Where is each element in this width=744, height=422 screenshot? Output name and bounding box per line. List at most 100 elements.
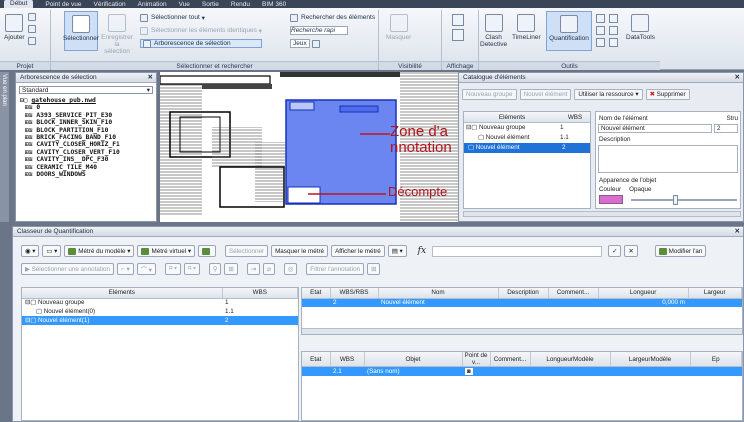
measure-tool-button[interactable]: ⇥ (246, 263, 260, 275)
camera-icon[interactable]: ◙ (465, 367, 473, 375)
rect-tool-button[interactable]: ⌗ ▾ (183, 263, 200, 275)
group-projet[interactable]: Projet (0, 61, 50, 70)
tab-sortie[interactable]: Sortie (202, 1, 219, 8)
panel-icon[interactable] (452, 29, 464, 41)
tool-icon-3[interactable] (596, 26, 605, 35)
table-row-selected[interactable]: ⊟▢ Nouvel élément(1) 2 (22, 316, 298, 325)
group-outils[interactable]: Outils (479, 61, 660, 70)
display-icon[interactable] (452, 14, 464, 26)
count-tool-button[interactable]: ⚲ (208, 263, 222, 275)
tree-item[interactable]: ⊞≋ BLOCK_INNER_SKIN_F10 (20, 119, 156, 126)
new-group-button[interactable]: Nouveau groupe (462, 89, 517, 100)
zoom-tool-button[interactable]: ◎ (283, 263, 298, 275)
model-takeoff-button[interactable]: Métré du modèle ▾ (64, 245, 135, 257)
line-tool-button[interactable]: ⌐ ▾ (117, 263, 134, 275)
table-row-selected[interactable]: 2.1 (Sans nom) ◙ (302, 366, 742, 376)
color-swatch[interactable] (599, 195, 623, 204)
snap-tool-button[interactable]: ⊞ (224, 263, 238, 275)
table-row[interactable]: ⊟▢ Nouveau groupe 1 (22, 298, 298, 307)
quantification-button[interactable]: Quantification (546, 11, 592, 51)
select-same-button[interactable]: Sélectionner les éléments identiques ▾ (140, 26, 262, 35)
catalog-row-selected[interactable]: ▢ Nouvel élément 2 (464, 143, 590, 153)
select-all-button[interactable]: Sélectionner tout ▾ (140, 13, 262, 22)
item-name-input[interactable]: Nouvel élément (598, 124, 712, 133)
enregistrer-selection-button[interactable]: Enregistrer la sélection (101, 14, 133, 55)
datatools-button[interactable]: DataTools (626, 14, 655, 41)
grid-button[interactable]: ⊞ (367, 263, 381, 275)
tree-item[interactable]: ⊞≋ A393_SERVICE_PIT_E30 (20, 112, 156, 119)
open-button[interactable] (28, 12, 39, 21)
decompte-marker[interactable] (287, 186, 321, 204)
tree-item[interactable]: ⊞≋ 0 (20, 104, 156, 111)
plan-viewer[interactable]: Zone d'a nnotation Décompte (160, 72, 458, 222)
delete-button[interactable]: ✖ Supprimer (645, 89, 690, 100)
group-selectionner[interactable]: Sélectionner et rechercher (51, 61, 378, 70)
save-button[interactable] (28, 36, 39, 45)
tool-icon-6[interactable] (609, 38, 618, 47)
tree-mode-select[interactable]: Standard ▾ (19, 86, 153, 94)
tree-item[interactable]: ⊞≋ CAVITY_INS__DPC_F30 (20, 156, 156, 163)
show-takeoff-button[interactable]: Afficher le métré (331, 245, 385, 257)
formula-input[interactable] (432, 245, 603, 257)
virtual-takeoff-button[interactable]: Métré virtuel ▾ (137, 245, 196, 257)
group-visibilite[interactable]: Visibilité (379, 61, 441, 70)
tree-item[interactable]: ⊟▢ gatehouse_pub.nwd (20, 97, 156, 104)
group-affichage[interactable]: Affichage (442, 61, 478, 70)
tool-icon-2[interactable] (609, 14, 618, 23)
tool-icon-5[interactable] (596, 38, 605, 47)
tool-icon-1[interactable] (596, 14, 605, 23)
tree-item[interactable]: ⊞≋ CAVITY_CLOSER_HORIZ_F1 (20, 141, 156, 148)
tab-debut[interactable]: Début (4, 0, 34, 8)
tree-item[interactable]: ⊞≋ CERAMIC_TILE_M40 (20, 164, 156, 171)
structure-input[interactable]: 2 (714, 124, 738, 133)
masquer-button[interactable]: Masquer (386, 14, 411, 41)
tab-point-de-vue[interactable]: Point de vue (45, 1, 81, 8)
table-row-selected[interactable]: 2 Nouvel élément 0,000 m (302, 298, 742, 307)
horizontal-scrollbar[interactable] (302, 328, 742, 334)
polyline-tool-button[interactable]: ⌒ ▾ (136, 263, 156, 275)
sets-button[interactable]: Jeux (290, 39, 375, 48)
description-input[interactable] (598, 145, 738, 173)
close-icon[interactable]: ✕ (148, 73, 153, 83)
tab-vue[interactable]: Vue (179, 1, 190, 8)
export-button[interactable]: ▤ ▾ (387, 245, 407, 257)
timeliner-button[interactable]: TimeLiner (512, 14, 541, 41)
tool-icon-4[interactable] (609, 26, 618, 35)
catalog-row[interactable]: ▢ Nouvel élément 1.1 (464, 133, 590, 143)
close-icon[interactable]: ✕ (735, 227, 740, 237)
sync-button[interactable] (198, 245, 217, 257)
tree-item[interactable]: ⊞≋ BRICK_FACING_BAND_F10 (20, 134, 156, 141)
tree-item[interactable]: ⊞≋ DOORS_WINDOWS (20, 171, 156, 178)
selectionner-button[interactable]: Sélectionner (63, 11, 99, 51)
find-items-button[interactable]: Rechercher des éléments (290, 13, 375, 22)
tab-animation[interactable]: Animation (138, 1, 167, 8)
vue-en-plan-tab[interactable]: Vue en plan (0, 72, 9, 222)
select-annotation-button[interactable]: ▶ Sélectionner une annotation (21, 263, 115, 275)
tree-item[interactable]: ⊞≋ BLOCK_PARTITION_F10 (20, 127, 156, 134)
catalog-scrollbar[interactable] (463, 211, 741, 217)
view-toggle-button[interactable]: ◉ ▾ (21, 245, 40, 257)
arborescence-button[interactable]: Arborescence de sélection (140, 39, 262, 48)
erase-tool-button[interactable]: ⌀ (262, 263, 275, 275)
reject-button[interactable]: ✕ (624, 245, 638, 257)
catalog-row[interactable]: ⊟▢ Nouveau groupe 1 (464, 123, 590, 133)
hide-takeoff-button[interactable]: Masquer le métré (271, 245, 329, 257)
tab-rendu[interactable]: Rendu (231, 1, 250, 8)
new-item-button[interactable]: Nouvel élément (519, 89, 572, 100)
edit-annotation-button[interactable]: Modifier l'an (654, 245, 707, 257)
table-row[interactable]: ▢ Nouvel élément(0) 1.1 (22, 307, 298, 316)
ajouter-button[interactable]: Ajouter (4, 14, 25, 41)
clash-detective-button[interactable]: Clash Detective (480, 14, 507, 48)
tab-verification[interactable]: Vérification (94, 1, 126, 8)
close-icon[interactable]: ✕ (735, 73, 740, 83)
opacity-slider[interactable] (631, 194, 737, 205)
tree-item[interactable]: ⊞≋ CAVITY_CLOSER_VERT_F10 (20, 149, 156, 156)
accept-button[interactable]: ✓ (608, 245, 622, 257)
area-tool-button[interactable]: ⌗ ▾ (164, 263, 181, 275)
use-resource-button[interactable]: Utiliser la ressource ▾ (574, 89, 643, 100)
quick-find-input[interactable]: Recherche rapi (290, 26, 348, 35)
layout-button[interactable]: ▭ ▾ (42, 245, 62, 257)
refresh-button[interactable] (28, 24, 39, 33)
select-takeoff-button[interactable]: Sélectionner (225, 245, 269, 257)
filter-annotation-button[interactable]: Filtrer l'annotation (306, 263, 365, 275)
